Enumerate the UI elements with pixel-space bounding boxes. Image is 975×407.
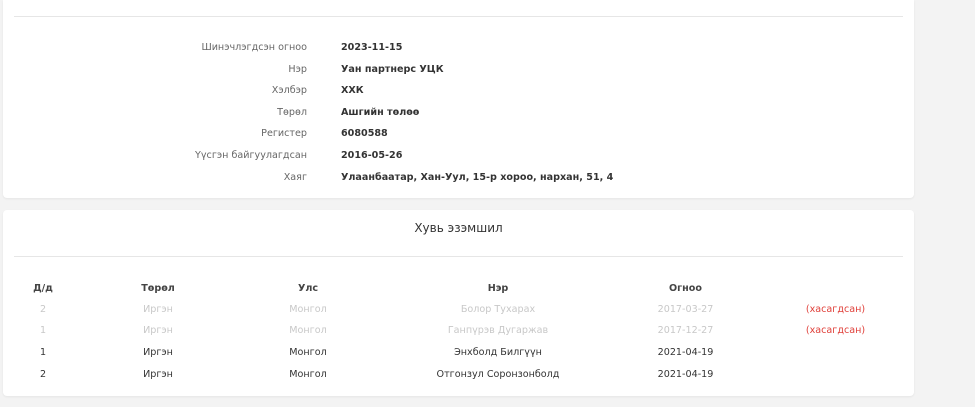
cell-type: Иргэн	[143, 325, 173, 336]
table-header-row: Д/д Төрөл Улс Нэр Огноо	[3, 282, 914, 296]
column-header-date: Огноо	[669, 283, 702, 294]
table-row: 2 Иргэн Монгол Отгонзул Соронзонболд 202…	[3, 368, 914, 382]
info-value: 2023-11-15	[341, 42, 403, 53]
cell-country: Монгол	[289, 304, 327, 315]
info-row-founded-date: Үүсгэн байгуулагдсан 2016-05-26	[3, 149, 914, 163]
cell-name: Отгонзул Соронзонболд	[436, 369, 560, 380]
info-value: Уан партнерс УЦК	[341, 64, 444, 75]
column-header-number: Д/д	[33, 283, 53, 294]
cell-date: 2017-03-27	[657, 304, 714, 315]
info-value: 6080588	[341, 128, 388, 139]
info-row-register: Регистер 6080588	[3, 127, 914, 141]
cell-date: 2021-04-19	[657, 347, 714, 358]
removed-badge: (хасагдсан)	[805, 304, 866, 315]
removed-badge: (хасагдсан)	[805, 325, 866, 336]
cell-country: Монгол	[289, 347, 327, 358]
cell-type: Иргэн	[143, 347, 173, 358]
info-value: Ашгийн төлөө	[341, 107, 420, 118]
ownership-divider	[14, 256, 903, 257]
info-row-form: Хэлбэр ХХК	[3, 84, 914, 98]
info-row-updated-date: Шинэчлэгдсэн огноо 2023-11-15	[3, 41, 914, 55]
info-value: Улаанбаатар, Хан-Уул, 15-р хороо, нархан…	[341, 172, 614, 183]
cell-name: Ганпүрэв Дугаржав	[447, 325, 549, 336]
column-header-status	[793, 282, 878, 296]
info-label: Хаяг	[283, 172, 307, 183]
cell-date: 2017-12-27	[657, 325, 714, 336]
info-value: 2016-05-26	[341, 150, 403, 161]
cell-number: 1	[39, 325, 47, 336]
top-divider	[14, 16, 903, 17]
table-row: 1 Иргэн Монгол Энхболд Билгүүн 2021-04-1…	[3, 346, 914, 360]
info-label: Шинэчлэгдсэн огноо	[201, 42, 307, 53]
cell-status	[793, 368, 878, 382]
info-label: Төрөл	[277, 107, 307, 118]
info-label: Регистер	[261, 128, 307, 139]
cell-status	[793, 346, 878, 360]
cell-number: 2	[39, 304, 47, 315]
cell-type: Иргэн	[143, 304, 173, 315]
info-label: Нэр	[288, 64, 307, 75]
cell-date: 2021-04-19	[657, 369, 714, 380]
cell-country: Монгол	[289, 369, 327, 380]
column-header-name: Нэр	[487, 283, 509, 294]
info-row-address: Хаяг Улаанбаатар, Хан-Уул, 15-р хороо, н…	[3, 171, 914, 185]
info-row-type: Төрөл Ашгийн төлөө	[3, 106, 914, 120]
cell-number: 1	[39, 347, 47, 358]
column-header-type: Төрөл	[141, 283, 175, 294]
cell-type: Иргэн	[143, 369, 173, 380]
ownership-title: Хувь эзэмшил	[414, 221, 503, 235]
table-row: 1 Иргэн Монгол Ганпүрэв Дугаржав 2017-12…	[3, 324, 914, 338]
cell-name: Энхболд Билгүүн	[454, 347, 542, 358]
column-header-country: Улс	[297, 283, 319, 294]
info-row-name: Нэр Уан партнерс УЦК	[3, 63, 914, 77]
cell-name: Болор Тухарах	[460, 304, 536, 315]
table-row: 2 Иргэн Монгол Болор Тухарах 2017-03-27 …	[3, 303, 914, 317]
company-info-card: Шинэчлэгдсэн огноо 2023-11-15 Нэр Уан па…	[3, 0, 914, 198]
cell-country: Монгол	[289, 325, 327, 336]
ownership-card: Хувь эзэмшил Д/д Төрөл Улс Нэр Огноо 2 И…	[3, 210, 914, 396]
cell-number: 2	[39, 369, 47, 380]
info-label: Хэлбэр	[271, 85, 307, 96]
info-label: Үүсгэн байгуулагдсан	[195, 150, 307, 161]
info-value: ХХК	[341, 85, 364, 96]
